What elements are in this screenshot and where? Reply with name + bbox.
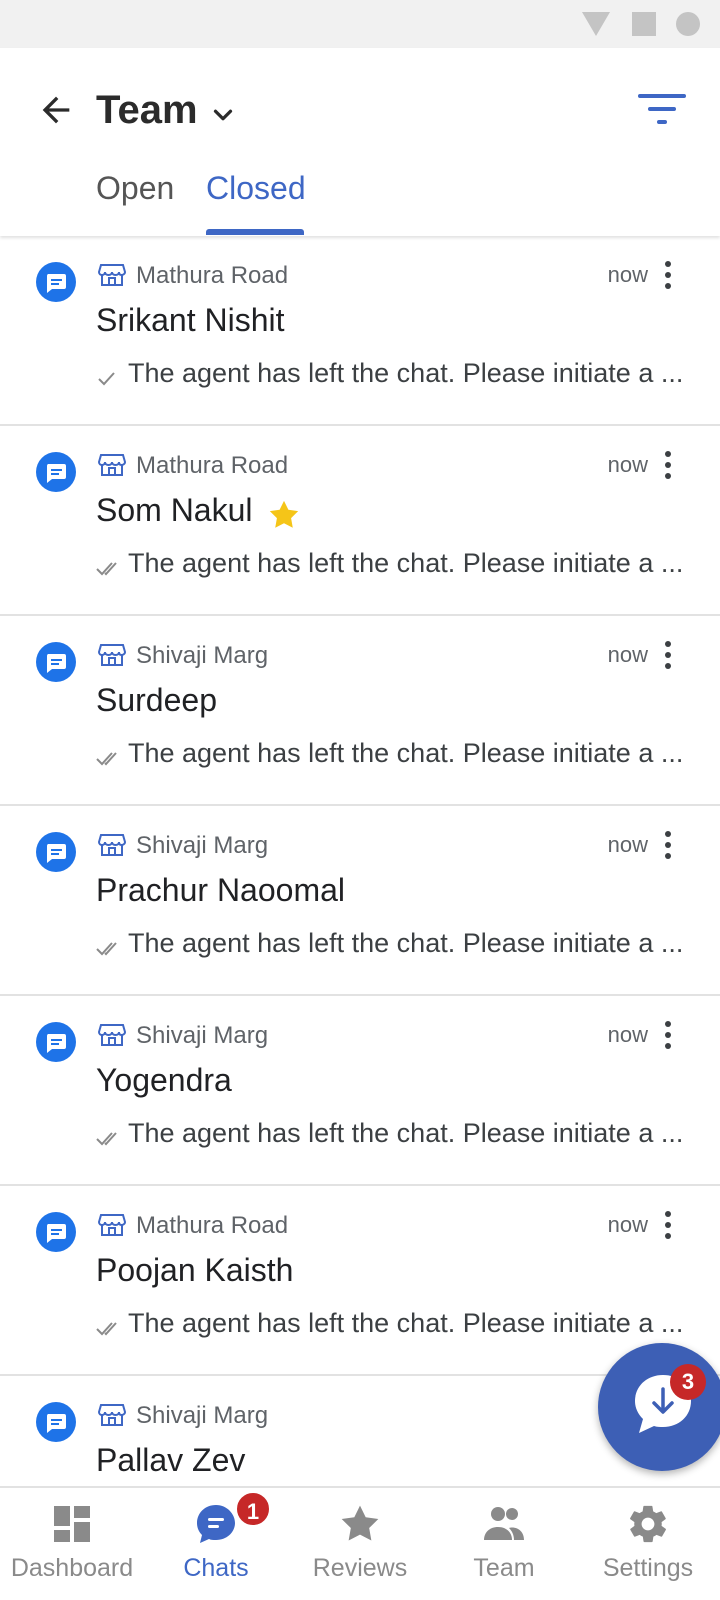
back-arrow-icon[interactable] <box>36 90 76 130</box>
double-check-icon <box>96 1132 117 1146</box>
chat-time: now <box>607 832 648 857</box>
double-check-icon <box>96 562 117 576</box>
chats-unread-badge: 1 <box>234 1490 272 1528</box>
star-icon <box>269 500 298 528</box>
contact-name: Poojan Kaisth <box>96 1252 294 1288</box>
store-location: Mathura Road <box>136 1212 289 1239</box>
store-icon <box>98 1024 126 1046</box>
nav-dashboard[interactable]: Dashboard <box>0 1488 144 1600</box>
nav-dashboard-label: Dashboard <box>10 1554 134 1582</box>
chat-channel-icon <box>36 832 76 872</box>
double-check-icon <box>96 752 117 766</box>
recents-icon <box>632 12 656 36</box>
more-vert-icon[interactable] <box>662 260 674 290</box>
nav-reviews[interactable]: Reviews <box>288 1488 432 1600</box>
store-location: Mathura Road <box>136 262 289 289</box>
fab-count-badge: 3 <box>670 1364 706 1400</box>
contact-name: Pallav Zev <box>96 1442 246 1478</box>
chat-channel-icon <box>36 1212 76 1252</box>
chat-time: now <box>607 1212 648 1237</box>
chat-channel-icon <box>36 452 76 492</box>
battery-icon <box>676 12 700 36</box>
chat-list-item[interactable]: Shivaji Marg now Surdeep The agent has left… <box>0 616 720 806</box>
nav-chats-label: Chats <box>183 1554 249 1582</box>
store-icon <box>98 454 126 476</box>
last-message-preview: The agent has left the chat. Please init… <box>128 1118 684 1148</box>
status-bar <box>0 0 720 48</box>
scroll-down-fab[interactable] <box>598 1343 720 1471</box>
tab-closed[interactable]: Closed <box>206 170 306 207</box>
nav-reviews-label: Reviews <box>312 1554 408 1582</box>
tab-open[interactable]: Open <box>96 170 174 207</box>
last-message-preview: The agent has left the chat. Please init… <box>128 738 684 768</box>
chat-list-item[interactable]: Shivaji Marg now Yogendra The agent has lef… <box>0 996 720 1186</box>
chat-channel-icon <box>36 642 76 682</box>
people-icon <box>484 1507 524 1540</box>
last-message-preview: The agent has left the chat. Please init… <box>128 928 684 958</box>
last-message-preview: The agent has left the chat. Please init… <box>128 548 684 578</box>
filter-icon[interactable] <box>638 90 688 130</box>
more-vert-icon[interactable] <box>662 640 674 670</box>
active-tab-indicator <box>206 229 304 235</box>
store-icon <box>98 834 126 856</box>
store-icon <box>98 1214 126 1236</box>
contact-name: Som Nakul <box>96 492 253 528</box>
store-location: Shivaji Marg <box>136 832 269 859</box>
chat-list-item[interactable]: Mathura Road now Srikant Nishit The agent h… <box>0 236 720 426</box>
chat-time: now <box>607 262 648 287</box>
last-message-preview: The agent has left the chat. Please init… <box>128 358 684 388</box>
chat-time: now <box>607 642 648 667</box>
page-title[interactable]: Team <box>96 88 198 133</box>
chat-list-item[interactable]: Mathura Road now Poojan Kaisth The agent ha… <box>0 1186 720 1376</box>
chat-time: now <box>607 452 648 477</box>
more-vert-icon[interactable] <box>662 450 674 480</box>
contact-name: Srikant Nishit <box>96 302 285 338</box>
chat-list-item[interactable]: Shivaji Marg now Prachur Naoomal The agent … <box>0 806 720 996</box>
nav-team[interactable]: Team <box>432 1488 576 1600</box>
chat-list-item[interactable]: Mathura Road now Som Nakul The agent has le… <box>0 426 720 616</box>
chat-channel-icon <box>36 1022 76 1062</box>
chat-time: now <box>607 1022 648 1047</box>
double-check-icon <box>96 942 117 956</box>
dashboard-icon <box>54 1506 90 1542</box>
wifi-icon <box>582 12 610 36</box>
chevron-down-icon[interactable] <box>208 100 238 130</box>
star-icon <box>341 1505 379 1541</box>
store-location: Mathura Road <box>136 452 289 479</box>
more-vert-icon[interactable] <box>662 830 674 860</box>
app-header: Team Open Closed <box>0 48 720 236</box>
nav-settings-label: Settings <box>602 1554 694 1582</box>
chats-icon <box>197 1505 235 1543</box>
chat-channel-icon <box>36 1402 76 1442</box>
store-location: Shivaji Marg <box>136 1022 269 1049</box>
store-icon <box>98 1404 126 1426</box>
nav-team-label: Team <box>473 1554 535 1582</box>
store-location: Shivaji Marg <box>136 1402 269 1429</box>
more-vert-icon[interactable] <box>662 1020 674 1050</box>
store-location: Shivaji Marg <box>136 642 269 669</box>
more-vert-icon[interactable] <box>662 1210 674 1240</box>
double-check-icon <box>96 1322 117 1336</box>
contact-name: Prachur Naoomal <box>96 872 345 908</box>
single-check-icon <box>98 372 115 386</box>
contact-name: Surdeep <box>96 682 217 718</box>
bottom-nav: Dashboard Chats Reviews Team Settings <box>0 1486 720 1600</box>
store-icon <box>98 264 126 286</box>
contact-name: Yogendra <box>96 1062 232 1098</box>
last-message-preview: The agent has left the chat. Please init… <box>128 1308 684 1338</box>
nav-settings[interactable]: Settings <box>576 1488 720 1600</box>
gear-icon <box>630 1505 666 1543</box>
store-icon <box>98 644 126 666</box>
chat-channel-icon <box>36 262 76 302</box>
